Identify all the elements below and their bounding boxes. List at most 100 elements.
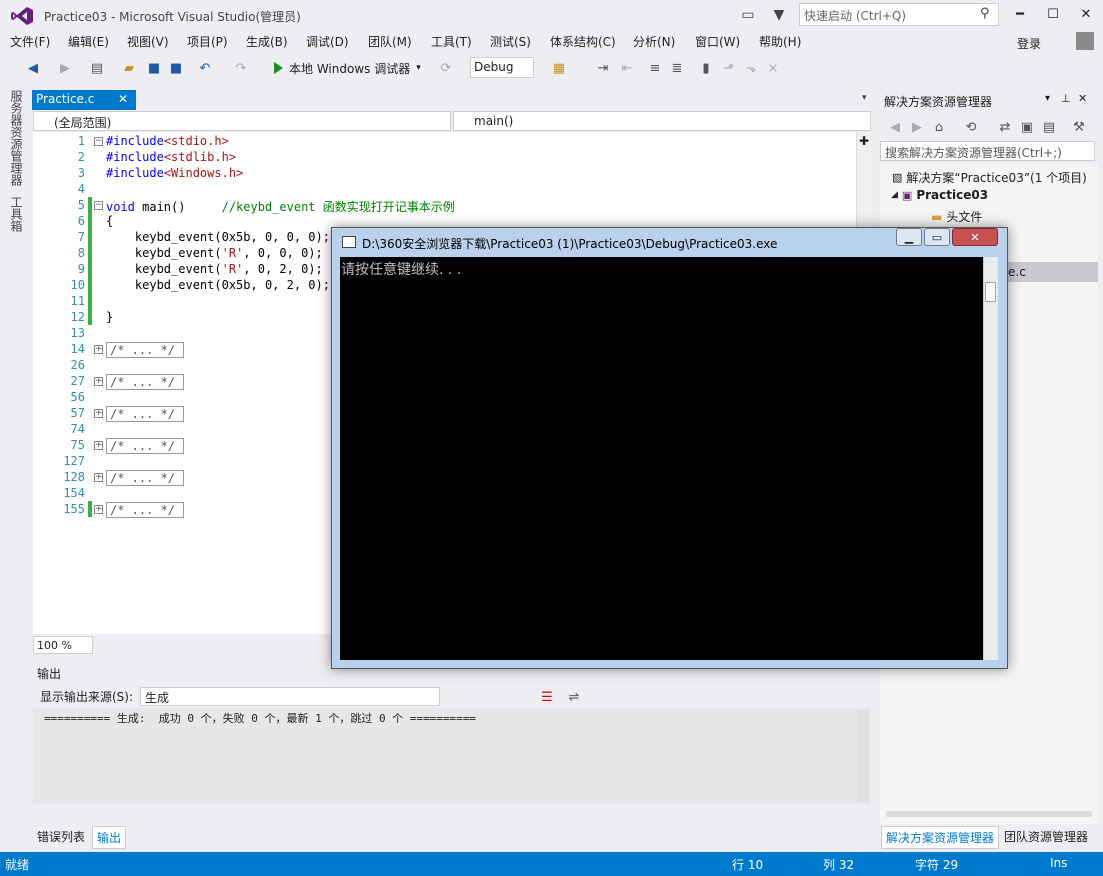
- refresh-icon[interactable]: ⟳: [437, 59, 455, 77]
- expand-icon[interactable]: +: [94, 345, 103, 354]
- save-all-icon[interactable]: ■: [167, 59, 185, 77]
- outdent-icon[interactable]: ⇤: [618, 59, 636, 77]
- sync-icon[interactable]: ⇄: [996, 118, 1014, 136]
- expand-icon[interactable]: +: [94, 441, 103, 450]
- menu-help[interactable]: 帮助(H): [759, 33, 801, 50]
- line-number: 1: [77, 134, 85, 148]
- menu-team[interactable]: 团队(M): [368, 33, 412, 50]
- search-icon[interactable]: ⚲: [980, 6, 990, 21]
- tab-solution-explorer[interactable]: 解决方案资源管理器: [881, 826, 1000, 849]
- tree-item-solution[interactable]: ▧ 解决方案“Practice03”(1 个项目): [892, 169, 1087, 186]
- open-file-icon[interactable]: ▰: [120, 59, 138, 77]
- solution-config-select[interactable]: Debug: [470, 57, 534, 78]
- menu-edit[interactable]: 编辑(E): [68, 33, 109, 50]
- pane-options-icon[interactable]: ▾: [1045, 93, 1050, 104]
- clear-all-icon[interactable]: ☰: [538, 688, 556, 706]
- menu-tools[interactable]: 工具(T): [431, 33, 472, 50]
- solution-search-input[interactable]: 搜索解决方案资源管理器(Ctrl+;): [880, 141, 1095, 161]
- collapse-icon[interactable]: −: [94, 201, 103, 210]
- console-output[interactable]: [340, 257, 985, 660]
- sol-back-icon[interactable]: ◀: [886, 118, 904, 136]
- collapsed-region[interactable]: /* ... */: [106, 470, 184, 486]
- collapse-all-icon[interactable]: ▣: [1018, 118, 1036, 136]
- change-indicator: [88, 197, 92, 325]
- user-avatar-icon[interactable]: [1076, 32, 1094, 50]
- menu-file[interactable]: 文件(F): [10, 33, 50, 50]
- split-window-icon[interactable]: ✚: [859, 134, 869, 148]
- maximize-button[interactable]: ☐: [1036, 0, 1070, 28]
- function-dropdown[interactable]: main(): [453, 111, 871, 131]
- new-project-icon[interactable]: ▤: [88, 59, 106, 77]
- output-source-select[interactable]: 生成: [140, 687, 440, 706]
- collapsed-region[interactable]: /* ... */: [106, 374, 184, 390]
- code-line: keybd_event(0x5b, 0, 2, 0);: [106, 278, 330, 292]
- line-number: 27: [70, 374, 85, 388]
- properties-icon[interactable]: ▤: [1040, 118, 1058, 136]
- zoom-select[interactable]: 100 %: [33, 636, 93, 654]
- code-line: keybd_event('R', 0, 2, 0);: [106, 262, 323, 276]
- start-debug-button[interactable]: 本地 Windows 调试器 ▾: [274, 58, 421, 78]
- find-in-files-icon[interactable]: ▦: [550, 59, 568, 77]
- minimize-button[interactable]: ━: [1003, 0, 1037, 28]
- collapsed-region[interactable]: /* ... */: [106, 438, 184, 454]
- expand-icon[interactable]: +: [94, 505, 103, 514]
- pin-icon[interactable]: ⊥: [1061, 92, 1071, 105]
- menu-view[interactable]: 视图(V): [127, 33, 169, 50]
- menu-analyze[interactable]: 分析(N): [633, 33, 675, 50]
- sol-horizontal-scrollbar[interactable]: [886, 811, 1092, 817]
- side-tab-server-explorer[interactable]: 服务器资源管理器: [8, 90, 25, 186]
- login-link[interactable]: 登录: [1017, 35, 1041, 52]
- redo-icon[interactable]: ↷: [232, 59, 250, 77]
- undo-icon[interactable]: ↶: [196, 59, 214, 77]
- expand-icon[interactable]: +: [94, 409, 103, 418]
- menu-window[interactable]: 窗口(W): [695, 33, 740, 50]
- menu-debug[interactable]: 调试(D): [306, 33, 349, 50]
- tab-list-dropdown-icon[interactable]: ▾: [862, 93, 867, 103]
- output-scrollbar[interactable]: [857, 710, 869, 802]
- indent-icon[interactable]: ⇥: [594, 59, 612, 77]
- word-wrap-icon[interactable]: ⇌: [565, 688, 583, 706]
- next-bookmark-icon[interactable]: ⬎: [742, 59, 760, 77]
- save-icon[interactable]: ■: [145, 59, 163, 77]
- tab-error-list[interactable]: 错误列表: [33, 826, 89, 847]
- expand-icon[interactable]: +: [94, 473, 103, 482]
- collapse-icon[interactable]: −: [94, 137, 103, 146]
- close-button[interactable]: ✕: [1069, 0, 1103, 28]
- console-scroll-thumb[interactable]: [985, 282, 996, 302]
- collapsed-region[interactable]: /* ... */: [106, 502, 184, 518]
- comment-icon[interactable]: ≡: [646, 59, 664, 77]
- close-pane-icon[interactable]: ✕: [1078, 92, 1087, 105]
- uncomment-icon[interactable]: ≣: [668, 59, 686, 77]
- console-scrollbar[interactable]: [983, 257, 998, 660]
- tab-team-explorer[interactable]: 团队资源管理器: [1000, 826, 1092, 847]
- wrench-icon[interactable]: ⚒: [1070, 118, 1088, 136]
- tree-item-header-files[interactable]: ▬ 头文件: [931, 208, 982, 225]
- filter-icon[interactable]: ▼: [768, 4, 790, 26]
- console-minimize-button[interactable]: ▁: [896, 228, 922, 246]
- bookmark-icon[interactable]: ▮: [697, 59, 715, 77]
- prev-bookmark-icon[interactable]: ⬏: [720, 59, 738, 77]
- quick-launch-input[interactable]: 快速启动 (Ctrl+Q): [799, 3, 999, 26]
- collapsed-region[interactable]: /* ... */: [106, 342, 184, 358]
- tree-item-source-file[interactable]: e.c: [1008, 265, 1026, 279]
- history-icon[interactable]: ⟲: [962, 118, 980, 136]
- close-tab-icon[interactable]: ✕: [118, 92, 128, 106]
- forward-icon[interactable]: ▶: [56, 59, 74, 77]
- home-icon[interactable]: ⌂: [930, 118, 948, 136]
- feedback-icon[interactable]: ▭: [737, 4, 759, 26]
- side-tab-toolbox[interactable]: 工具箱: [8, 196, 25, 232]
- tree-item-project[interactable]: ◢ ▣ Practice03: [891, 188, 988, 202]
- console-maximize-button[interactable]: ▭: [924, 228, 950, 246]
- collapsed-region[interactable]: /* ... */: [106, 406, 184, 422]
- back-icon[interactable]: ◀: [24, 59, 42, 77]
- expand-icon[interactable]: +: [94, 377, 103, 386]
- menu-project[interactable]: 项目(P): [187, 33, 228, 50]
- scope-dropdown[interactable]: (全局范围): [33, 111, 451, 131]
- menu-build[interactable]: 生成(B): [246, 33, 288, 50]
- tab-output[interactable]: 输出: [92, 826, 127, 849]
- clear-bookmarks-icon[interactable]: ⨯: [764, 59, 782, 77]
- console-close-button[interactable]: ✕: [952, 228, 998, 246]
- menu-test[interactable]: 测试(S): [490, 33, 531, 50]
- menu-architecture[interactable]: 体系结构(C): [550, 33, 616, 50]
- sol-forward-icon[interactable]: ▶: [908, 118, 926, 136]
